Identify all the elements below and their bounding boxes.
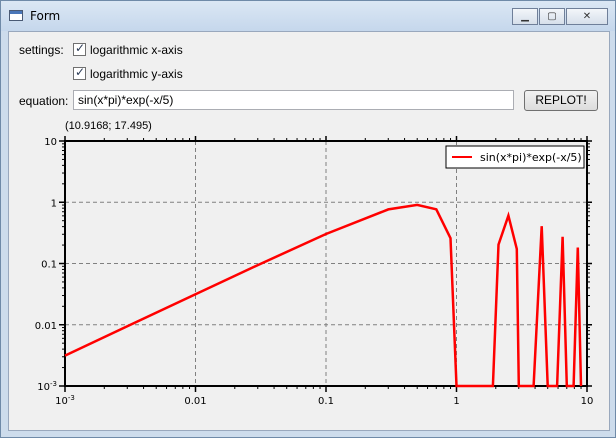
y-tick-label: 1 — [51, 198, 57, 209]
replot-button[interactable]: REPLOT! — [524, 90, 598, 111]
maximize-button[interactable]: ▢ — [539, 8, 565, 25]
close-icon: ✕ — [582, 11, 592, 22]
minimize-button[interactable]: ▁ — [512, 8, 538, 25]
y-tick-label: 10-3 — [37, 380, 57, 393]
x-tick-label: 10 — [581, 396, 594, 407]
form-body: settings: logarithmic x-axis logarithmic… — [8, 31, 610, 431]
log-x-checkbox[interactable] — [73, 41, 86, 56]
minimize-icon: ▁ — [521, 11, 529, 22]
x-tick-labels: 10-3 0.01 0.1 1 10 — [55, 394, 593, 407]
y-tick-label: 10 — [44, 137, 57, 148]
legend: sin(x*pi)*exp(-x/5) — [445, 145, 585, 169]
series-line — [64, 203, 583, 388]
equation-input[interactable]: sin(x*pi)*exp(-x/5) — [73, 90, 514, 110]
x-tick-label: 0.01 — [184, 396, 206, 407]
equation-label: equation: — [19, 94, 69, 108]
settings-label: settings: — [19, 43, 64, 57]
legend-label: sin(x*pi)*exp(-x/5) — [480, 151, 582, 164]
window-title: Form — [30, 9, 61, 23]
x-tick-label: 1 — [453, 396, 459, 407]
plot-area[interactable]: 10-3 0.01 0.1 1 10 10-3 0.01 0.1 1 10 sin(x*pi)*… — [9, 120, 607, 430]
close-button[interactable]: ✕ — [566, 8, 608, 25]
app-window: Form ▁ ▢ ✕ settings: logarithmic x-axis … — [0, 0, 616, 438]
log-y-label[interactable]: logarithmic y-axis — [90, 67, 183, 81]
maximize-icon: ▢ — [547, 11, 557, 22]
title-bar[interactable]: Form ▁ ▢ ✕ — [1, 1, 615, 31]
log-y-checkbox[interactable] — [73, 65, 86, 80]
grid-lines — [65, 141, 587, 386]
window-icon — [9, 10, 23, 21]
x-tick-label: 10-3 — [55, 394, 75, 407]
log-x-label[interactable]: logarithmic x-axis — [90, 43, 183, 57]
y-tick-label: 0.01 — [35, 321, 57, 332]
y-tick-label: 0.1 — [41, 260, 57, 271]
x-tick-label: 0.1 — [318, 396, 334, 407]
caption-buttons: ▁ ▢ ✕ — [512, 8, 608, 25]
y-tick-labels: 10-3 0.01 0.1 1 10 — [35, 137, 57, 393]
